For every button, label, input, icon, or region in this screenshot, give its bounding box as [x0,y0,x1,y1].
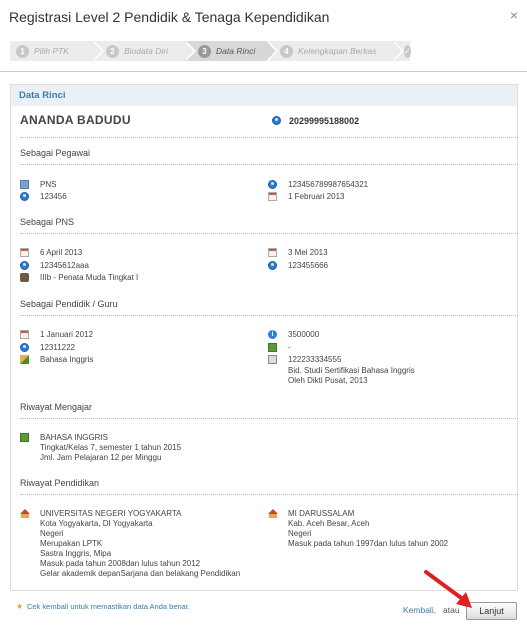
divider [20,418,518,419]
pencil-icon [20,355,29,364]
step-biodata-diri[interactable]: 2 Biodata Diri [92,41,196,61]
pns-sk-cpns: 12345612aaa [40,261,89,270]
divider [20,137,518,138]
person-icon [20,261,29,270]
pendidikan-right-2: Kab. Aceh Besar, Aceh [288,519,370,528]
footer-note: Cek kembali untuk memastikan data Anda b… [27,602,191,611]
divider [20,233,518,234]
pns-sk-pns: 123455666 [288,261,329,270]
guru-sertifikasi-oleh: Oleh Dikti Pusat, 2013 [288,376,368,385]
pegawai-id-right: 123456789987654321 [288,180,369,189]
pendidikan-right-1: MI DARUSSALAM [288,509,355,518]
step-number: 4 [280,44,293,58]
guru-no: 12311222 [40,343,75,352]
pendidikan-left-2: Kota Yogyakarta, DI Yogyakarta [40,519,153,528]
step-label: Data Rinci [216,46,256,56]
school-icon [268,509,278,518]
pendidikan-left-6: Masuk pada tahun 2008dan lulus tahun 201… [40,559,201,568]
step-number: 3 [198,44,211,58]
pendidikan-left-3: Negeri [40,529,64,538]
pendidikan-right-3: Negeri [288,529,312,538]
calendar-icon [20,248,29,257]
panel-title: Data Rinci [11,85,517,106]
calendar-icon [268,248,277,257]
divider [20,164,518,165]
pns-golongan: IIIb - Penata Muda Tingkat I [40,273,139,282]
pegawai-nip: 123456 [40,192,67,201]
pegawai-status: PNS [40,180,57,189]
window-title: Registrasi Level 2 Pendidik & Tenaga Kep… [9,9,330,25]
guru-dash: - [288,343,291,352]
pendidikan-right-4: Masuk pada tahun 1997dan lulus tahun 200… [288,539,449,548]
book-icon [20,433,29,442]
step-kelengkapan-berkas[interactable]: 4 Kelengkapan Berkas [266,41,404,61]
mengajar-subject: BAHASA INGGRIS [40,433,109,442]
step-number: 1 [16,44,29,58]
person-icon [20,343,29,352]
nuptk-value: 20299995188002 [289,116,360,126]
pendidikan-left-5: Sastra Inggris, Mipa [40,549,112,558]
step-data-rinci[interactable]: 3 Data Rinci [184,41,278,61]
section-title-guru: Sebagai Pendidik / Guru [20,299,118,309]
guru-sertifikasi-no: 122233334555 [288,355,342,364]
mengajar-kelas: Tingkat/Kelas 7, semester 1 tahun 2015 [40,443,182,452]
mengajar-jam: Jml. Jam Pelajaran 12 per Minggu [40,453,162,462]
section-title-pendidikan: Riwayat Pendidikan [20,478,100,488]
book-icon [268,343,277,352]
pendidikan-left-1: UNIVERSITAS NEGERI YOGYAKARTA [40,509,182,518]
person-icon [268,180,277,189]
section-title-pegawai: Sebagai Pegawai [20,148,91,158]
person-icon [268,261,277,270]
pendidikan-left-4: Merupakan LPTK [40,539,103,548]
wizard-steps: 1 Pilih PTK 2 Biodata Diri 3 Data Rinci … [10,41,411,61]
red-arrow-annotation [424,570,472,608]
divider [20,315,518,316]
step-label: Biodata Diri [124,46,168,56]
pegawai-date: 1 Februari 2013 [288,192,345,201]
person-name: ANANDA BADUDU [20,113,131,127]
section-title-mengajar: Riwayat Mengajar [20,402,93,412]
step-number: 2 [106,44,119,58]
step-label: Pilih PTK [34,46,69,56]
guru-date: 1 Januari 2012 [40,330,93,339]
school-icon [20,509,30,518]
section-title-pns: Sebagai PNS [20,217,75,227]
rank-icon [20,273,29,282]
guru-sertifikasi-bidang: Bid. Studi Sertifikasi Bahasa Inggris [288,366,415,375]
pendidikan-left-7: Gelar akademik depanSarjana dan belakang… [40,569,241,578]
pns-tmt-pns: 3 Mei 2013 [288,248,328,257]
certificate-icon [268,355,277,364]
star-icon: ★ [16,602,24,611]
calendar-icon [268,192,277,201]
close-icon[interactable]: × [510,7,518,23]
person-icon [272,116,281,125]
pns-tmt-cpns: 6 April 2013 [40,248,83,257]
info-icon: i [268,330,277,339]
step-pilih-ptk[interactable]: 1 Pilih PTK [10,41,104,61]
guru-info: 3500000 [288,330,320,339]
header-divider [0,71,527,72]
check-icon: ✓ [404,44,411,58]
person-icon [20,192,29,201]
divider [20,494,518,495]
id-card-icon [20,180,29,189]
guru-bidang: Bahasa Inggris [40,355,94,364]
calendar-icon [20,330,29,339]
step-label: Kelengkapan Berkas [298,46,377,56]
